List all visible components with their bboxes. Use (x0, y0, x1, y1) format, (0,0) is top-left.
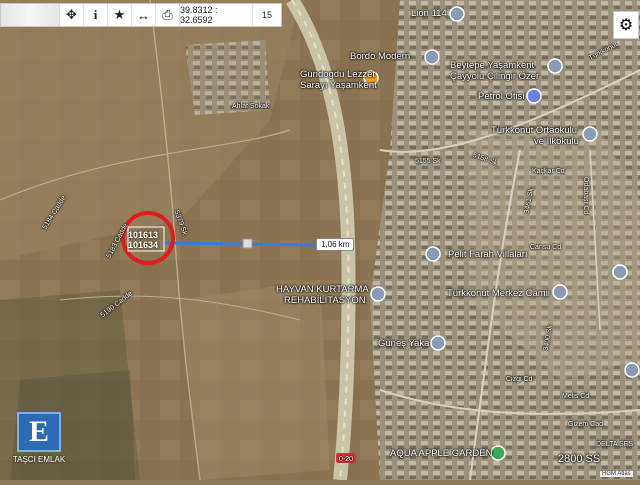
pin-gunes[interactable] (430, 335, 446, 351)
label-school-2: ve İlkokulu (534, 136, 579, 147)
label-hayvan-2: REHABİLİTASYON (284, 295, 366, 306)
brand-letter: E (17, 412, 61, 452)
print-icon[interactable]: ⎙ (156, 4, 180, 26)
pin-school[interactable] (582, 126, 598, 142)
label-turkkonut-merkez: Türkkonut Merkez Camii (447, 288, 550, 299)
pin-cami[interactable] (552, 284, 568, 300)
scale-text: 2800 SS (558, 453, 601, 465)
label-gundogdu-2: Sarayı Yaşamkent (300, 80, 377, 91)
label-aqua: AQUA APPLE GARDEN (390, 448, 493, 459)
attribution: HGM Atlas (600, 471, 633, 477)
pin-beytepe[interactable] (547, 58, 563, 74)
label-petrol: Petrol Ofisi (478, 91, 525, 102)
label-ahlat: Ahlat Sokak (232, 103, 270, 110)
label-kackar: Kaçkar Cd (532, 168, 565, 175)
label-5155: 5155 Sk (415, 158, 441, 165)
pin-bordo[interactable] (424, 49, 440, 65)
label-bordo: Bordo Modern (350, 51, 411, 62)
label-school-1: Türkkonut Ortaokulu (491, 125, 578, 136)
label-hayvan-1: HAYVAN KURTARMA (276, 284, 369, 295)
measure-icon[interactable]: ↔ (132, 4, 156, 26)
gear-icon: ⚙ (618, 17, 634, 34)
pin-far-right[interactable] (624, 362, 640, 378)
pin-aqua[interactable] (490, 445, 506, 461)
parcel-line-1: 101613 (128, 230, 159, 240)
road-shield-label: 0-20 (339, 456, 354, 463)
label-cizgi: Çizgi Cd (506, 376, 533, 383)
info-icon[interactable]: i (84, 4, 108, 26)
label-beytepe-1: Beytepe Yaşamkent (450, 60, 535, 71)
pin-pelit[interactable] (425, 246, 441, 262)
brand-logo: E TAŞCI EMLAK (12, 412, 66, 468)
coordinates-readout: 39.8312 : 32.6592 (180, 4, 253, 26)
distance-label: 1,06 km (316, 238, 355, 251)
parcel-line-2: 101634 (128, 240, 159, 250)
label-odabasi: Odabaşı Cd (582, 177, 589, 215)
pin-hayvan[interactable] (370, 286, 386, 302)
label-gundogdu-1: Gundogdu Lezzet (300, 69, 376, 80)
star-icon[interactable]: ★ (108, 4, 132, 26)
label-gunes: Güneş Yaka (378, 338, 430, 349)
settings-button[interactable]: ⚙ (613, 11, 639, 39)
label-delta: DELTA SES (596, 441, 634, 448)
pin-right[interactable] (612, 264, 628, 280)
measure-midpoint-handle[interactable] (242, 238, 253, 249)
label-lion: Lion 114 (411, 8, 447, 19)
parcel-number: 101613 101634 (128, 230, 158, 250)
label-cansu: Cansu Cd (530, 244, 562, 251)
pin-petrol[interactable] (526, 88, 542, 104)
brand-name: TAŞCI EMLAK (12, 455, 66, 464)
label-melis: Melis Cd (562, 393, 590, 400)
label-gizem: Gizem Cad (568, 421, 604, 428)
move-icon[interactable]: ✥ (60, 4, 84, 26)
zoom-level: 15 (261, 10, 272, 20)
label-beytepe-2: Çayyolu Çilingir Özer (450, 71, 540, 82)
map-toolbar: ✥ i ★ ↔ ⎙ 39.8312 : 32.6592 15 (0, 3, 282, 27)
label-pelit: Pelit Farah Villaları (448, 249, 528, 260)
toolbar-hidden-field (1, 4, 60, 26)
pin-lion[interactable] (449, 6, 465, 22)
